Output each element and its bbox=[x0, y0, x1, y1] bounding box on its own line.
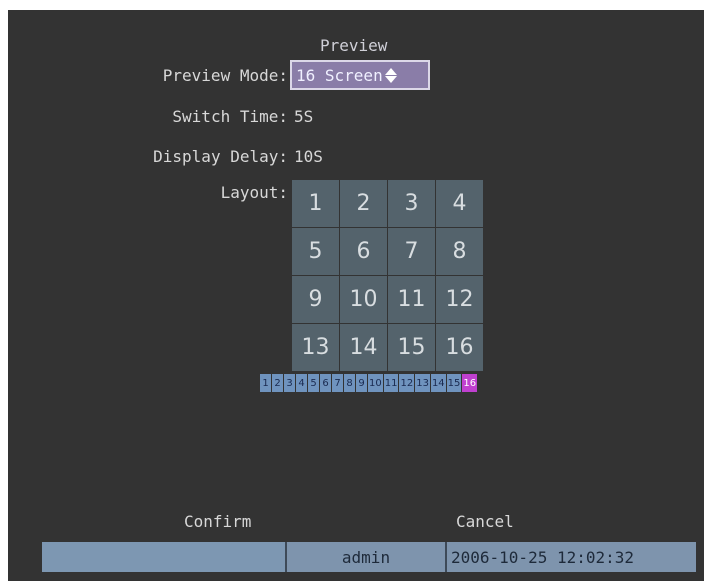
status-bar: admin 2006-10-25 12:02:32 bbox=[42, 542, 696, 572]
channel-chip[interactable]: 13 bbox=[415, 374, 430, 392]
layout-cell[interactable]: 1 bbox=[292, 180, 339, 227]
status-user: admin bbox=[287, 542, 447, 572]
switch-time-label: Switch Time: bbox=[172, 107, 288, 126]
dvr-screen: Preview Preview Mode: 16 Screen Switch T… bbox=[8, 10, 704, 581]
channel-chip[interactable]: 9 bbox=[356, 374, 367, 392]
status-segment-blank bbox=[42, 542, 287, 572]
channel-chip[interactable]: 8 bbox=[344, 374, 355, 392]
layout-cell[interactable]: 9 bbox=[292, 276, 339, 323]
display-delay-value[interactable]: 10S bbox=[294, 147, 323, 167]
cancel-button[interactable]: Cancel bbox=[456, 512, 514, 531]
status-datetime: 2006-10-25 12:02:32 bbox=[451, 547, 635, 567]
switch-time-value[interactable]: 5S bbox=[294, 107, 313, 127]
layout-cell[interactable]: 6 bbox=[340, 228, 387, 275]
layout-cell[interactable]: 14 bbox=[340, 324, 387, 371]
channel-chip[interactable]: 15 bbox=[446, 374, 462, 392]
channel-chip[interactable]: 14 bbox=[430, 374, 446, 392]
layout-cell[interactable]: 13 bbox=[292, 324, 339, 371]
layout-cell[interactable]: 8 bbox=[436, 228, 483, 275]
channel-chip[interactable]: 7 bbox=[332, 374, 343, 392]
channel-chip[interactable]: 6 bbox=[320, 374, 331, 392]
preview-mode-label: Preview Mode: bbox=[162, 66, 288, 85]
display-delay-label: Display Delay: bbox=[153, 147, 288, 166]
dialog-title: Preview bbox=[320, 36, 388, 55]
channel-chip[interactable]: 4 bbox=[296, 374, 307, 392]
layout-cell[interactable]: 4 bbox=[436, 180, 483, 227]
channel-chip[interactable]: 1 bbox=[260, 374, 271, 392]
layout-cell[interactable]: 5 bbox=[292, 228, 339, 275]
channel-chip-selected[interactable]: 16 bbox=[462, 374, 478, 392]
preview-mode-select[interactable]: 16 Screen bbox=[290, 60, 430, 90]
layout-cell[interactable]: 11 bbox=[388, 276, 435, 323]
layout-cell[interactable]: 16 bbox=[436, 324, 483, 371]
preview-mode-value: 16 Screen bbox=[296, 65, 383, 85]
layout-cell[interactable]: 15 bbox=[388, 324, 435, 371]
channel-chip[interactable]: 3 bbox=[284, 374, 295, 392]
layout-label: Layout: bbox=[220, 183, 288, 202]
confirm-button[interactable]: Confirm bbox=[184, 512, 251, 531]
channel-chip[interactable]: 5 bbox=[308, 374, 319, 392]
layout-cell[interactable]: 7 bbox=[388, 228, 435, 275]
channel-chip[interactable]: 11 bbox=[383, 374, 399, 392]
up-down-arrow-icon[interactable] bbox=[384, 67, 397, 83]
layout-cell[interactable]: 2 bbox=[340, 180, 387, 227]
layout-cell[interactable]: 10 bbox=[340, 276, 387, 323]
channel-chip[interactable]: 12 bbox=[399, 374, 415, 392]
channel-strip: 1 2 3 4 5 6 7 8 9 10 11 12 13 14 15 16 bbox=[260, 374, 478, 392]
channel-chip[interactable]: 2 bbox=[272, 374, 283, 392]
layout-cell[interactable]: 3 bbox=[388, 180, 435, 227]
channel-chip[interactable]: 10 bbox=[368, 374, 383, 392]
layout-grid: 1 2 3 4 5 6 7 8 9 10 11 12 13 14 15 16 bbox=[292, 180, 484, 372]
layout-cell[interactable]: 12 bbox=[436, 276, 483, 323]
